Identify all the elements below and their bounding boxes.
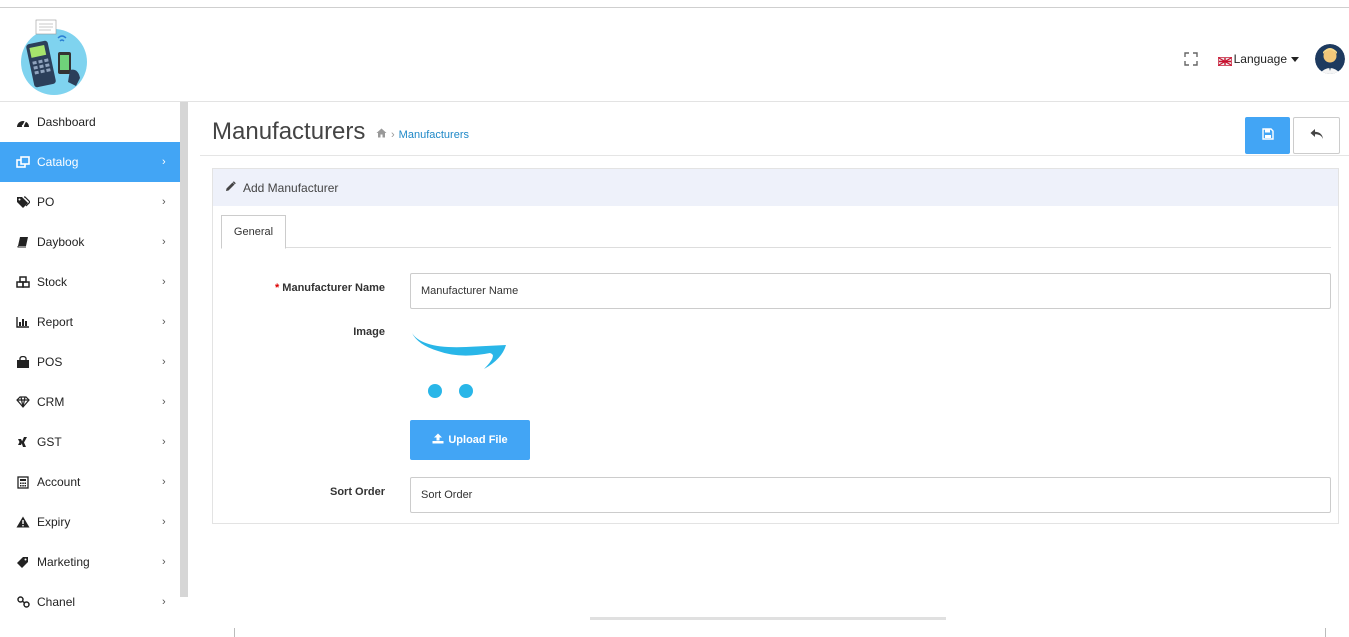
bottom-divider <box>1325 628 1326 637</box>
upload-icon <box>432 433 444 447</box>
sidebar-scrollbar[interactable] <box>180 102 188 597</box>
chevron-right-icon: › <box>162 196 166 208</box>
bar-chart-icon <box>16 315 30 329</box>
sidebar-item-daybook[interactable]: Daybook › <box>0 222 180 262</box>
chevron-right-icon: › <box>162 356 166 368</box>
user-avatar[interactable] <box>1315 44 1345 74</box>
sidebar-item-chanel[interactable]: Chanel › <box>0 582 180 622</box>
tag-icon <box>16 555 30 569</box>
required-marker: * <box>275 282 280 294</box>
sidebar-item-label: Chanel <box>37 595 76 609</box>
sidebar-item-catalog[interactable]: Catalog › <box>0 142 180 182</box>
panel-title: Add Manufacturer <box>243 180 339 195</box>
chevron-right-icon: › <box>162 436 166 448</box>
horizontal-scrollbar[interactable] <box>590 617 946 620</box>
breadcrumb: › Manufacturers <box>376 128 469 141</box>
manufacturer-name-label: * Manufacturer Name <box>275 282 385 294</box>
sidebar-item-crm[interactable]: CRM › <box>0 382 180 422</box>
home-icon[interactable] <box>376 128 387 141</box>
chevron-right-icon: › <box>162 236 166 248</box>
sidebar-item-account[interactable]: Account › <box>0 462 180 502</box>
chevron-right-icon: › <box>162 476 166 488</box>
page-title: Manufacturers <box>212 118 366 145</box>
manufacturer-image-thumbnail[interactable] <box>410 329 510 401</box>
sidebar-item-dashboard[interactable]: Dashboard <box>0 102 180 142</box>
sidebar-item-stock[interactable]: Stock › <box>0 262 180 302</box>
back-button[interactable] <box>1293 117 1340 154</box>
bottom-strip <box>200 620 1349 637</box>
chevron-right-icon: › <box>162 276 166 288</box>
sidebar-item-label: Catalog <box>37 155 79 169</box>
cubes-icon <box>16 275 30 289</box>
tab-general[interactable]: General <box>221 215 286 249</box>
sidebar-item-gst[interactable]: GST › <box>0 422 180 462</box>
sidebar-item-label: Dashboard <box>37 115 96 129</box>
sort-order-label: Sort Order <box>329 486 385 498</box>
sidebar-item-label: Account <box>37 475 81 489</box>
sidebar-item-label: Marketing <box>37 555 90 569</box>
app-logo[interactable] <box>18 16 90 96</box>
sort-order-input[interactable]: Sort Order <box>410 477 1331 513</box>
warning-icon <box>16 515 30 529</box>
language-label: Language <box>1233 52 1287 66</box>
tags-icon <box>16 195 30 209</box>
sidebar-item-report[interactable]: Report › <box>0 302 180 342</box>
sidebar-item-label: Report <box>37 315 74 329</box>
dashboard-icon <box>16 115 30 129</box>
caret-down-icon <box>1291 56 1299 62</box>
sidebar-item-label: POS <box>37 355 63 369</box>
sidebar-item-label: Daybook <box>37 235 85 249</box>
book-icon <box>16 235 30 249</box>
chevron-right-icon: › <box>162 556 166 568</box>
bottom-divider <box>234 628 235 637</box>
shopping-bag-icon <box>16 355 30 369</box>
sidebar-item-label: PO <box>37 195 55 209</box>
chevron-right-icon: › <box>162 516 166 528</box>
save-button[interactable] <box>1245 117 1290 154</box>
language-dropdown[interactable]: Language <box>1217 52 1299 66</box>
sidebar-item-label: Stock <box>37 275 68 289</box>
image-label: Image <box>353 326 385 338</box>
chevron-right-icon: › <box>162 396 166 408</box>
sidebar: Dashboard Catalog › PO › Daybook › Stock… <box>0 102 188 637</box>
sidebar-item-marketing[interactable]: Marketing › <box>0 542 180 582</box>
link-icon <box>16 595 30 609</box>
pencil-icon <box>225 180 236 195</box>
main-content: Manufacturers › Manufacturers Add Manufa… <box>200 102 1349 637</box>
panel-heading: Add Manufacturer <box>213 169 1338 206</box>
sidebar-item-expiry[interactable]: Expiry › <box>0 502 180 542</box>
catalog-icon <box>16 155 30 169</box>
upload-button-label: Upload File <box>448 434 508 446</box>
xing-icon <box>16 435 30 449</box>
sidebar-item-label: GST <box>37 435 62 449</box>
chevron-right-icon: › <box>162 156 166 168</box>
calculator-icon <box>16 475 30 489</box>
fullscreen-icon[interactable] <box>1183 52 1198 66</box>
manufacturer-name-input[interactable]: Manufacturer Name <box>410 273 1331 309</box>
reply-icon <box>1310 127 1324 145</box>
breadcrumb-separator: › <box>391 128 395 141</box>
top-header: Language <box>0 8 1349 102</box>
chevron-right-icon: › <box>162 316 166 328</box>
title-divider <box>200 155 1349 156</box>
upload-file-button[interactable]: Upload File <box>410 420 530 460</box>
sidebar-item-label: Expiry <box>37 515 71 529</box>
uk-flag-icon <box>1217 55 1232 66</box>
save-icon <box>1261 127 1274 145</box>
tab-bar: General <box>221 215 1331 249</box>
diamond-icon <box>16 395 30 409</box>
chevron-right-icon: › <box>162 596 166 608</box>
sidebar-item-label: CRM <box>37 395 65 409</box>
sidebar-item-pos[interactable]: POS › <box>0 342 180 382</box>
breadcrumb-current[interactable]: Manufacturers <box>399 129 469 141</box>
sidebar-item-po[interactable]: PO › <box>0 182 180 222</box>
add-manufacturer-panel: Add Manufacturer General * Manufacturer N… <box>212 168 1339 524</box>
